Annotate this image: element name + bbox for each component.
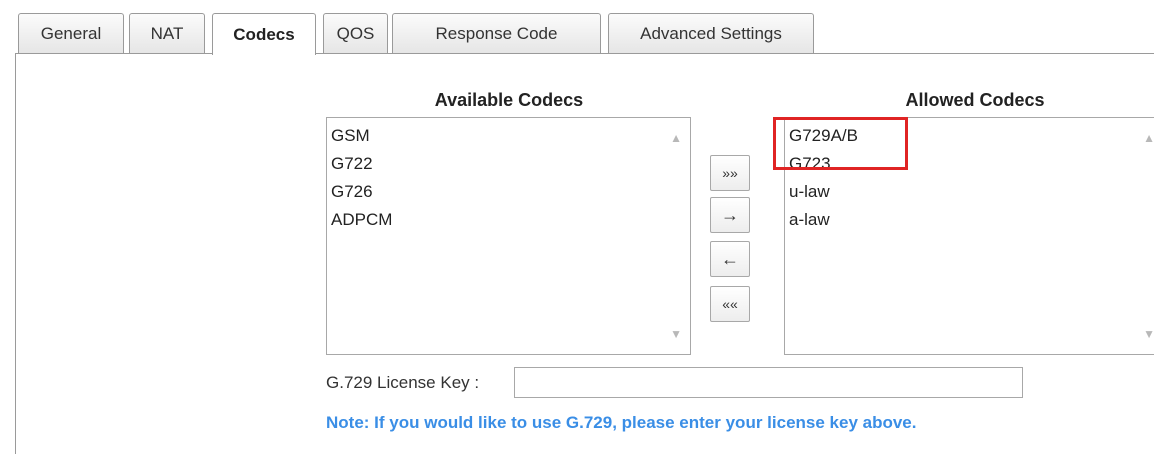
add-button[interactable]: → — [710, 197, 750, 233]
license-key-input[interactable] — [514, 367, 1023, 398]
tab-response-code[interactable]: Response Code — [392, 13, 601, 53]
license-note: Note: If you would like to use G.729, pl… — [326, 413, 917, 432]
remove-button[interactable]: ← — [710, 241, 750, 277]
tab-codecs[interactable]: Codecs — [212, 13, 316, 55]
list-item[interactable]: G729A/B — [789, 122, 1154, 150]
allowed-codecs-heading: Allowed Codecs — [905, 90, 1045, 110]
add-all-button[interactable]: »» — [710, 155, 750, 191]
list-item[interactable]: G723 — [789, 150, 1154, 178]
available-codecs-list[interactable]: GSM G722 G726 ADPCM ▲ ▼ — [326, 117, 691, 355]
scroll-down-arrow-icon[interactable]: ▼ — [670, 320, 682, 348]
list-item[interactable]: GSM — [331, 122, 690, 150]
list-item[interactable]: u-law — [789, 178, 1154, 206]
list-item[interactable]: ADPCM — [331, 206, 690, 234]
tab-nat[interactable]: NAT — [129, 13, 205, 53]
allowed-codecs-list[interactable]: G729A/B G723 u-law a-law ▲ ▼ — [784, 117, 1154, 355]
scroll-up-arrow-icon[interactable]: ▲ — [670, 124, 682, 152]
scroll-down-arrow-icon[interactable]: ▼ — [1143, 320, 1154, 348]
list-item[interactable]: G722 — [331, 150, 690, 178]
scroll-up-arrow-icon[interactable]: ▲ — [1143, 124, 1154, 152]
list-item[interactable]: G726 — [331, 178, 690, 206]
tab-general[interactable]: General — [18, 13, 124, 53]
available-codecs-heading: Available Codecs — [434, 90, 584, 110]
license-key-label: G.729 License Key : — [326, 373, 480, 392]
list-item[interactable]: a-law — [789, 206, 1154, 234]
tab-advanced-settings[interactable]: Advanced Settings — [608, 13, 814, 53]
tab-qos[interactable]: QOS — [323, 13, 388, 53]
remove-all-button[interactable]: «« — [710, 286, 750, 322]
